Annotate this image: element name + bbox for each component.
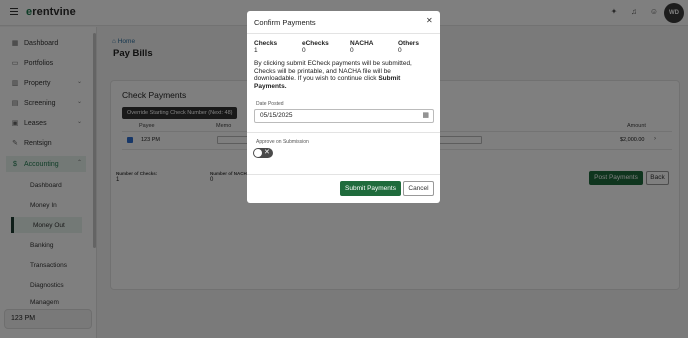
stat-label-checks: Checks	[254, 40, 278, 47]
submit-payments-button[interactable]: Submit Payments	[340, 181, 401, 196]
date-posted-label: Date Posted	[256, 101, 284, 107]
calendar-icon[interactable]: ▦	[422, 110, 429, 122]
close-icon[interactable]: ✕	[426, 17, 433, 25]
stat-label-others: Others	[398, 40, 419, 47]
date-posted-input[interactable]: 05/15/2025 ▦	[254, 109, 434, 123]
cancel-button[interactable]: Cancel	[403, 181, 434, 196]
modal-description: By clicking submit ECheck payments will …	[254, 60, 412, 90]
toggle-knob	[254, 149, 262, 157]
stat-value-checks: 1	[254, 47, 258, 54]
modal-title: Confirm Payments	[254, 18, 316, 27]
approve-on-submission-toggle[interactable]: ✕	[253, 148, 273, 158]
divider	[247, 132, 440, 133]
x-icon: ✕	[264, 149, 270, 156]
stat-label-echecks: eChecks	[302, 40, 329, 47]
divider	[247, 33, 440, 34]
divider	[247, 174, 440, 175]
stat-value-echecks: 0	[302, 47, 306, 54]
stat-label-nacha: NACHA	[350, 40, 374, 47]
stat-value-others: 0	[398, 47, 402, 54]
stat-value-nacha: 0	[350, 47, 354, 54]
confirm-payments-modal: Confirm Payments ✕ Checks 1 eChecks 0 NA…	[247, 11, 440, 203]
approve-on-submission-label: Approve on Submission	[256, 139, 309, 145]
